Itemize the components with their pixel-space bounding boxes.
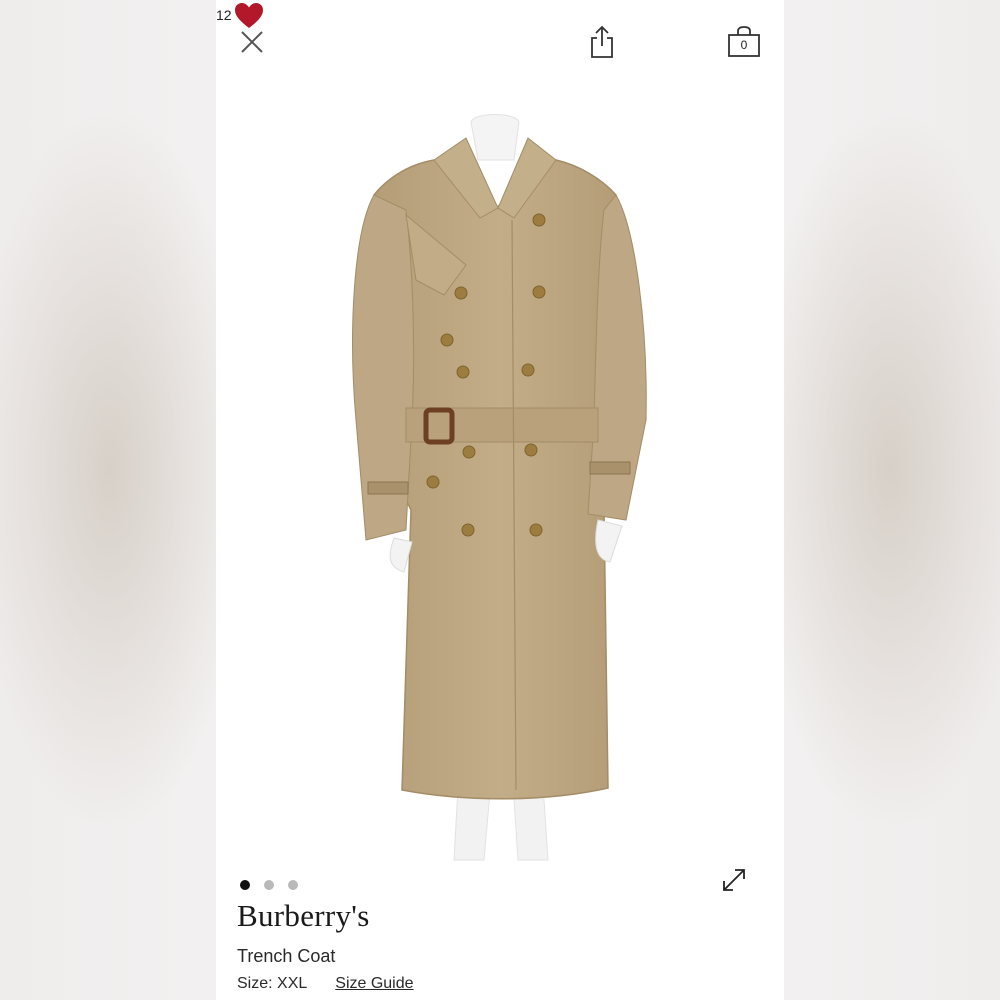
close-icon (241, 31, 263, 53)
size-row: Size: XXL Size Guide (237, 975, 414, 993)
size-guide-link[interactable]: Size Guide (335, 975, 413, 993)
share-icon (591, 25, 613, 58)
bag-button[interactable]: 0 (724, 22, 764, 62)
like-count: 12 (216, 7, 232, 23)
product-image[interactable] (216, 90, 784, 870)
pagination-dot-3[interactable] (288, 880, 298, 890)
share-button[interactable] (584, 22, 620, 62)
pagination-dot-2[interactable] (264, 880, 274, 890)
like-button[interactable]: 12 (216, 0, 784, 30)
product-screen: 12 0 Burberry's Trench Coat Size: XXL Si… (216, 0, 784, 1000)
expand-image-button[interactable] (716, 862, 752, 898)
bag-count: 0 (740, 38, 748, 52)
size-label: Size: XXL (237, 975, 308, 992)
brand-name: Burberry's (237, 898, 370, 933)
image-pagination (240, 880, 298, 890)
expand-icon (723, 869, 745, 891)
product-title: Trench Coat (237, 946, 336, 966)
pagination-dot-1[interactable] (240, 880, 250, 890)
close-button[interactable] (234, 24, 270, 60)
